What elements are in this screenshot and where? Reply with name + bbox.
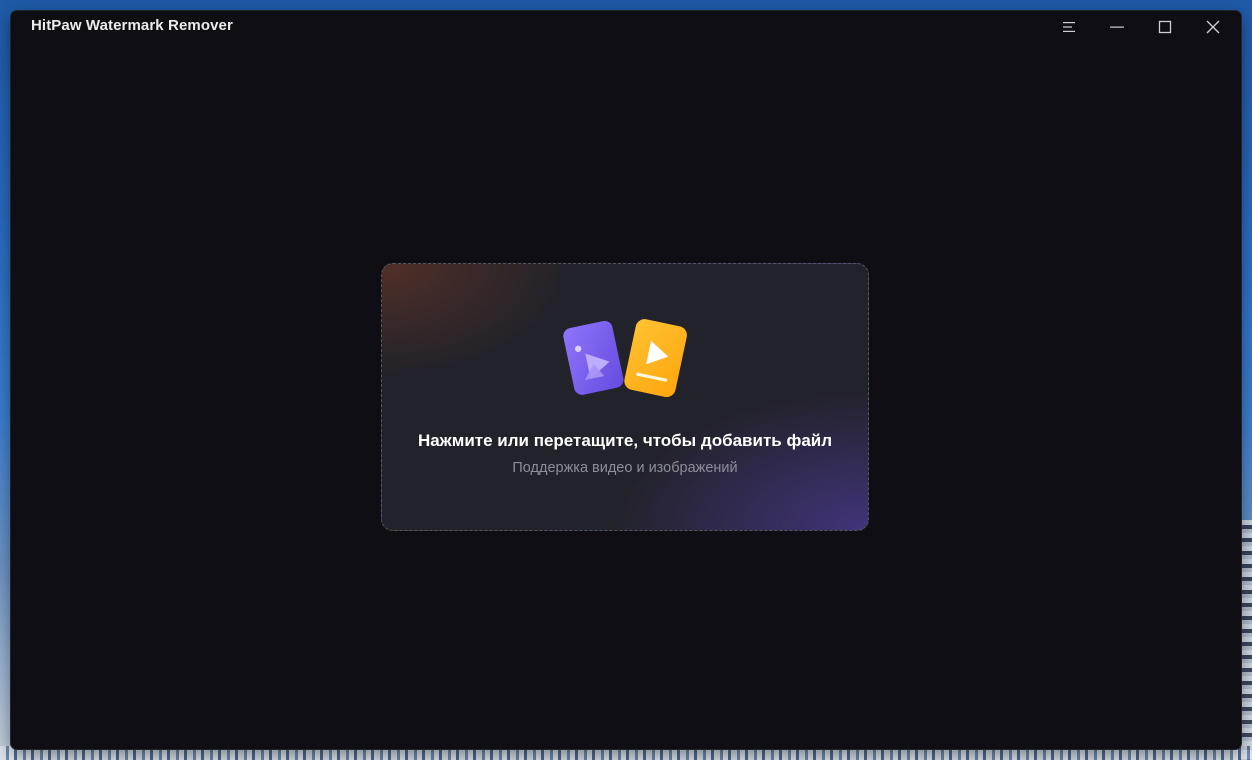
close-button[interactable] [1189,11,1237,43]
app-title: HitPaw Watermark Remover [31,17,233,34]
title-bar[interactable]: HitPaw Watermark Remover [11,11,1241,43]
menu-button[interactable] [1045,11,1093,43]
window-controls [1045,11,1237,43]
close-icon [1206,20,1220,34]
menu-icon [1063,22,1075,32]
desktop-background-edge [1240,520,1252,760]
minimize-icon [1110,26,1124,28]
dropzone-subtitle: Поддержка видео и изображений [512,460,738,476]
maximize-icon [1158,20,1172,34]
app-window: HitPaw Watermark Remover Нажмите или пер… [11,11,1241,749]
file-dropzone[interactable]: Нажмите или перетащите, чтобы добавить ф… [381,263,869,531]
maximize-button[interactable] [1141,11,1189,43]
minimize-button[interactable] [1093,11,1141,43]
image-video-files-icon [563,319,687,398]
dropzone-title: Нажмите или перетащите, чтобы добавить ф… [417,431,833,450]
